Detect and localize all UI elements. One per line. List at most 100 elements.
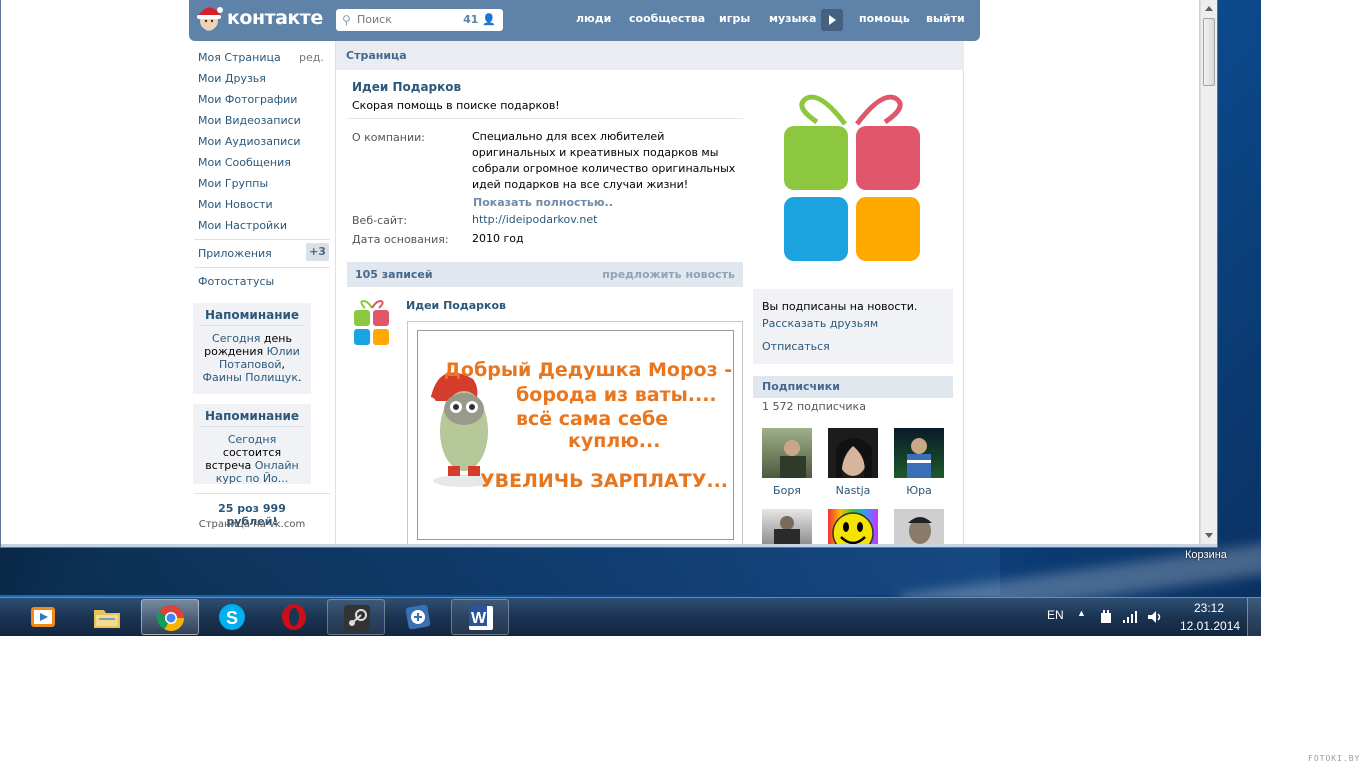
divider bbox=[347, 118, 743, 119]
website-link[interactable]: http://ideipodarkov.net bbox=[472, 212, 742, 228]
taskbar-opera[interactable] bbox=[265, 599, 323, 635]
reminder-text: Сегодня день рождения Юлии Потаповой, Фа… bbox=[199, 332, 305, 384]
reminder-title: Напоминание bbox=[199, 410, 305, 427]
nav-people[interactable]: люди bbox=[576, 12, 611, 25]
about-label: О компании: bbox=[352, 131, 425, 144]
windows-taskbar: S W EN ▲ 23:12 12.01.2014 bbox=[0, 597, 1261, 637]
taskbar-explorer[interactable] bbox=[78, 599, 136, 635]
subscribed-text: Вы подписаны на новости. bbox=[762, 300, 918, 313]
taskbar-skype[interactable]: S bbox=[203, 599, 261, 635]
explorer-icon bbox=[94, 610, 120, 628]
unsubscribe-link[interactable]: Отписаться bbox=[762, 340, 830, 353]
reminder-today-link[interactable]: Сегодня bbox=[228, 433, 276, 446]
post-image-graphic: Добрый Дедушка Мороз - борода из ваты...… bbox=[424, 359, 732, 492]
taskbar-word[interactable]: W bbox=[451, 599, 509, 635]
subscriber-name[interactable]: Юра bbox=[889, 484, 949, 497]
subscriber-card[interactable] bbox=[757, 509, 817, 544]
menu-my-page[interactable]: Моя Страница bbox=[198, 51, 281, 64]
menu-my-groups[interactable]: Мои Группы bbox=[198, 177, 268, 190]
group-name: Идеи Подарков bbox=[352, 80, 462, 94]
reminder-person-link[interactable]: Фаины Полищук bbox=[203, 371, 298, 384]
menu-divider bbox=[194, 267, 330, 268]
group-logo-gift-icon[interactable] bbox=[781, 92, 923, 264]
wall-count[interactable]: 105 записей bbox=[355, 268, 433, 281]
clock-date[interactable]: 12.01.2014 bbox=[1180, 619, 1240, 633]
subscriber-card[interactable]: Юра bbox=[889, 428, 949, 497]
post-image-line-2: борода из ваты.... bbox=[516, 384, 717, 406]
santa-logo-icon[interactable] bbox=[193, 4, 225, 34]
vertical-scrollbar[interactable] bbox=[1200, 0, 1217, 544]
post-image[interactable]: Добрый Дедушка Мороз - борода из ваты...… bbox=[407, 321, 743, 544]
nav-music[interactable]: музыка bbox=[769, 12, 816, 25]
skype-icon: S bbox=[219, 604, 245, 630]
menu-my-videos[interactable]: Мои Видеозаписи bbox=[198, 114, 301, 127]
subscriber-card[interactable]: Боря bbox=[757, 428, 817, 497]
vk-header: контакте ⚲ Поиск 41 👤 люди сообщества иг… bbox=[189, 0, 980, 41]
search-icon: ⚲ bbox=[342, 13, 351, 27]
media-player-icon bbox=[31, 607, 55, 627]
user-icon: 👤 bbox=[482, 13, 496, 26]
avatar bbox=[828, 509, 878, 544]
svg-text:S: S bbox=[226, 608, 238, 628]
network-signal-icon[interactable] bbox=[1122, 609, 1138, 625]
menu-my-friends[interactable]: Мои Друзья bbox=[198, 72, 266, 85]
volume-icon[interactable] bbox=[1146, 609, 1162, 625]
taskbar-chrome[interactable] bbox=[141, 599, 199, 635]
founded-label: Дата основания: bbox=[352, 233, 449, 246]
subscriber-name[interactable]: Боря bbox=[757, 484, 817, 497]
menu-apps[interactable]: Приложения bbox=[198, 247, 272, 260]
nav-communities[interactable]: сообщества bbox=[629, 12, 705, 25]
subscription-box: Вы подписаны на новости. Рассказать друз… bbox=[753, 289, 953, 364]
watermark: FOTOKI.BY bbox=[1308, 754, 1361, 763]
subscriber-card[interactable]: Nastja bbox=[823, 428, 883, 497]
wallpaper-streak bbox=[0, 545, 1000, 595]
menu-my-settings[interactable]: Мои Настройки bbox=[198, 219, 287, 232]
avatar bbox=[762, 428, 812, 478]
post-image-frame: Добрый Дедушка Мороз - борода из ваты...… bbox=[417, 330, 734, 540]
avatar bbox=[828, 428, 878, 478]
search-input[interactable]: ⚲ Поиск 41 👤 bbox=[336, 9, 503, 31]
browser-viewport: контакте ⚲ Поиск 41 👤 люди сообщества иг… bbox=[1, 0, 1199, 544]
taskbar-steam[interactable] bbox=[327, 599, 385, 635]
nav-logout[interactable]: выйти bbox=[926, 12, 965, 25]
search-count: 41 👤 bbox=[463, 13, 496, 26]
scroll-up-icon[interactable] bbox=[1205, 6, 1213, 11]
subscriber-card[interactable] bbox=[823, 509, 883, 544]
taskbar-app[interactable] bbox=[389, 599, 447, 635]
steam-icon bbox=[344, 605, 370, 631]
scrollbar-thumb[interactable] bbox=[1203, 18, 1215, 86]
post-avatar-gift-icon[interactable] bbox=[353, 300, 391, 346]
suggest-news-link[interactable]: предложить новость bbox=[602, 268, 735, 281]
tell-friends-link[interactable]: Рассказать друзьям bbox=[762, 317, 878, 330]
menu-edit-link[interactable]: ред. bbox=[299, 51, 324, 64]
search-placeholder: Поиск bbox=[357, 13, 392, 26]
tray-expand-icon[interactable]: ▲ bbox=[1077, 608, 1086, 618]
subscriber-name[interactable]: Nastja bbox=[823, 484, 883, 497]
apps-badge[interactable]: +3 bbox=[306, 243, 329, 261]
menu-my-messages[interactable]: Мои Сообщения bbox=[198, 156, 291, 169]
show-desktop-button[interactable] bbox=[1247, 598, 1261, 637]
reminder-today-link[interactable]: Сегодня bbox=[212, 332, 260, 345]
taskbar-media-player[interactable] bbox=[14, 599, 72, 635]
vk-logo-text[interactable]: контакте bbox=[227, 7, 323, 29]
menu-my-news[interactable]: Мои Новости bbox=[198, 198, 273, 211]
recycle-bin-label[interactable]: Корзина bbox=[1185, 549, 1227, 561]
menu-divider bbox=[194, 239, 330, 240]
nav-help[interactable]: помощь bbox=[859, 12, 910, 25]
clock-time[interactable]: 23:12 bbox=[1194, 601, 1224, 615]
post-author[interactable]: Идеи Подарков bbox=[406, 299, 506, 312]
wall-header: 105 записей предложить новость bbox=[347, 262, 743, 287]
show-more-link[interactable]: Показать полностью.. bbox=[473, 196, 613, 209]
scroll-down-icon[interactable] bbox=[1205, 533, 1213, 538]
post-image-line-5: УВЕЛИЧЬ ЗАРПЛАТУ... bbox=[480, 470, 728, 492]
subscriber-card[interactable] bbox=[889, 509, 949, 544]
menu-photostatus[interactable]: Фотостатусы bbox=[198, 275, 274, 288]
menu-my-photos[interactable]: Мои Фотографии bbox=[198, 93, 297, 106]
music-play-button[interactable] bbox=[821, 9, 843, 31]
subscribers-header[interactable]: Подписчики bbox=[753, 376, 953, 398]
menu-my-audio[interactable]: Мои Аудиозаписи bbox=[198, 135, 301, 148]
nav-games[interactable]: игры bbox=[719, 12, 750, 25]
ad-subtitle: Страница на vk.com bbox=[198, 519, 306, 530]
language-indicator[interactable]: EN bbox=[1047, 608, 1064, 622]
power-plug-icon[interactable] bbox=[1098, 609, 1114, 625]
